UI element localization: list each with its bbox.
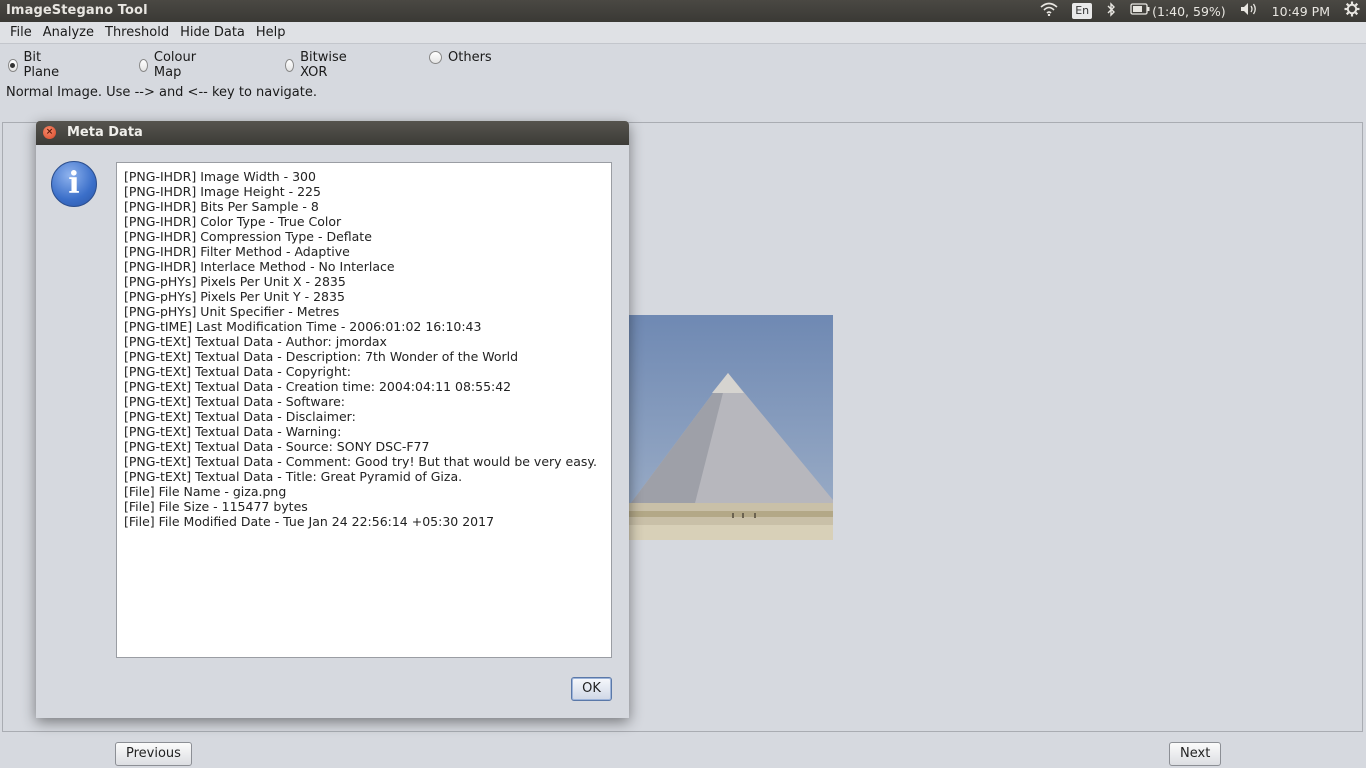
metadata-line: [PNG-pHYs] Pixels Per Unit X - 2835 <box>124 274 346 289</box>
metadata-line: [PNG-IHDR] Filter Method - Adaptive <box>124 244 350 259</box>
radio-indicator <box>8 58 18 72</box>
metadata-line: [File] File Size - 115477 bytes <box>124 499 308 514</box>
metadata-line: [PNG-tEXt] Textual Data - Source: SONY D… <box>124 439 430 454</box>
menu-help[interactable]: Help <box>251 25 292 40</box>
wifi-icon[interactable] <box>1040 2 1058 20</box>
battery-status: (1:40, 59%) <box>1152 3 1226 19</box>
dialog-title-bar[interactable]: × Meta Data <box>36 121 629 145</box>
bluetooth-icon[interactable] <box>1106 1 1116 21</box>
previous-button[interactable]: Previous <box>115 742 192 766</box>
menu-bar: File Analyze Threshold Hide Data Help <box>0 22 1366 44</box>
radio-label: Colour Map <box>153 50 197 80</box>
volume-icon[interactable] <box>1240 2 1258 20</box>
metadata-line: [PNG-tEXt] Textual Data - Comment: Good … <box>124 454 597 469</box>
metadata-line: [PNG-IHDR] Image Height - 225 <box>124 184 321 199</box>
menu-threshold[interactable]: Threshold <box>100 25 175 40</box>
radio-label: Bit Plane <box>23 50 60 80</box>
radio-selected-dot <box>10 62 16 68</box>
metadata-line: [PNG-IHDR] Image Width - 300 <box>124 169 316 184</box>
menu-file[interactable]: File <box>0 25 38 40</box>
metadata-line: [PNG-tEXt] Textual Data - Description: 7… <box>124 349 519 364</box>
radio-label: Bitwise XOR <box>300 50 347 80</box>
metadata-line: [PNG-tEXt] Textual Data - Author: jmorda… <box>124 334 387 349</box>
next-button[interactable]: Next <box>1169 742 1222 766</box>
radio-indicator <box>429 51 442 64</box>
menu-hide-data[interactable]: Hide Data <box>175 25 251 40</box>
metadata-line: [PNG-tEXt] Textual Data - Warning: <box>124 424 342 439</box>
battery-icon <box>1130 3 1150 19</box>
metadata-line: [PNG-pHYs] Unit Specifier - Metres <box>124 304 340 319</box>
metadata-line: [PNG-tEXt] Textual Data - Creation time:… <box>124 379 512 394</box>
metadata-line: [File] File Name - giza.png <box>124 484 287 499</box>
menu-analyze[interactable]: Analyze <box>38 25 100 40</box>
top-panel: ImageStegano Tool En (1:40, 59%) 10:49 P… <box>0 0 1366 22</box>
metadata-line: [PNG-IHDR] Interlace Method - No Interla… <box>124 259 395 274</box>
metadata-line: [PNG-tEXt] Textual Data - Disclaimer: <box>124 409 356 424</box>
metadata-line: [PNG-IHDR] Compression Type - Deflate <box>124 229 372 244</box>
metadata-line: [PNG-tEXt] Textual Data - Copyright: <box>124 364 351 379</box>
battery-indicator[interactable]: (1:40, 59%) <box>1130 3 1226 19</box>
close-icon[interactable]: × <box>43 126 56 139</box>
radio-others[interactable]: Others <box>429 50 492 65</box>
radio-indicator <box>285 58 295 72</box>
dialog-title: Meta Data <box>67 125 143 140</box>
ok-button[interactable]: OK <box>571 677 612 701</box>
gear-icon[interactable] <box>1344 1 1360 21</box>
app-title: ImageStegano Tool <box>6 3 148 18</box>
status-message: Normal Image. Use --> and <-- key to nav… <box>6 85 317 100</box>
metadata-line: [File] File Modified Date - Tue Jan 24 2… <box>124 514 495 529</box>
radio-bit-plane[interactable]: Bit Plane <box>8 50 63 80</box>
meta-data-dialog: × Meta Data i [PNG-IHDR] Image Width - 3… <box>36 121 629 718</box>
metadata-line: [PNG-IHDR] Color Type - True Color <box>124 214 342 229</box>
system-tray: En (1:40, 59%) 10:49 PM <box>1040 0 1366 22</box>
info-icon: i <box>51 161 97 207</box>
metadata-line: [PNG-tEXt] Textual Data - Title: Great P… <box>124 469 463 484</box>
radio-indicator <box>139 58 148 72</box>
radio-label: Others <box>448 50 492 65</box>
metadata-line: [PNG-tIME] Last Modification Time - 2006… <box>124 319 482 334</box>
metadata-line: [PNG-pHYs] Pixels Per Unit Y - 2835 <box>124 289 345 304</box>
metadata-text-area[interactable]: [PNG-IHDR] Image Width - 300 [PNG-IHDR] I… <box>116 162 612 658</box>
clock[interactable]: 10:49 PM <box>1272 4 1330 19</box>
metadata-line: [PNG-tEXt] Textual Data - Software: <box>124 394 346 409</box>
radio-bitwise-xor[interactable]: Bitwise XOR <box>285 50 351 80</box>
metadata-line: [PNG-IHDR] Bits Per Sample - 8 <box>124 199 319 214</box>
language-indicator[interactable]: En <box>1072 3 1093 19</box>
radio-colour-map[interactable]: Colour Map <box>139 50 200 80</box>
